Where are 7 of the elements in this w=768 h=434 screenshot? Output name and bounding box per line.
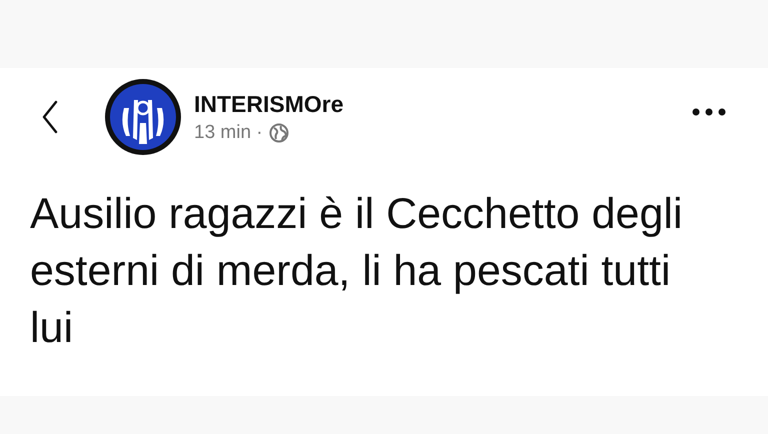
globe-icon [268, 122, 289, 142]
back-icon[interactable] [42, 100, 58, 134]
author-name[interactable]: INTERISMOre [194, 90, 692, 118]
post-text: Ausilio ragazzi è il Cecchetto degli esterni di merda, li ha pescati tutti lui [30, 189, 684, 354]
avatar-icon[interactable] [104, 78, 182, 156]
post-time: 13 min · [194, 122, 263, 144]
more-icon[interactable] [692, 108, 726, 116]
